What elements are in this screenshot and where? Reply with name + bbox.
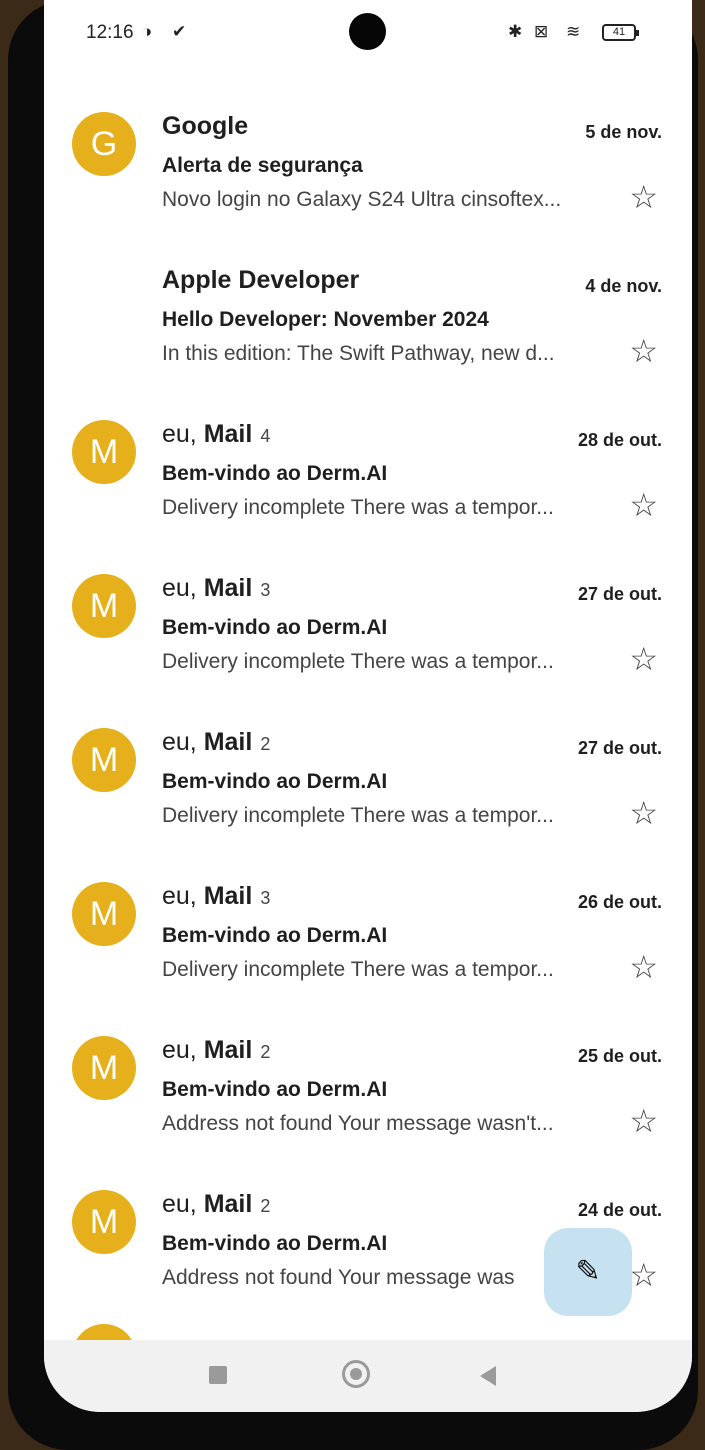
apple-logo-icon[interactable] xyxy=(72,266,136,330)
sender-name: Google xyxy=(162,112,256,141)
email-row[interactable]: M eu, Mail 2 25 de out. Bem-vindo ao Derm… xyxy=(44,1026,692,1180)
sender-name: eu, Mail 3 xyxy=(162,574,270,603)
sender-name: eu, Mail 3 xyxy=(162,882,270,911)
sender-label: Mail xyxy=(203,1190,253,1218)
sender-label: Mail xyxy=(203,882,253,910)
sender-label: Apple Developer xyxy=(162,266,360,294)
partial-email-row[interactable] xyxy=(44,1320,692,1340)
sender-prefix: eu, xyxy=(162,420,204,448)
email-date: 5 de nov. xyxy=(585,122,662,142)
sender-avatar[interactable]: M xyxy=(72,728,136,792)
email-snippet: Delivery incomplete There was a tempor..… xyxy=(162,496,554,519)
back-button[interactable] xyxy=(480,1366,496,1386)
star-icon[interactable]: ☆ xyxy=(629,178,658,216)
front-camera xyxy=(349,13,386,50)
sender-avatar[interactable]: M xyxy=(72,1190,136,1254)
thread-count: 4 xyxy=(260,426,271,446)
email-date: 26 de out. xyxy=(577,892,662,912)
email-snippet: Delivery incomplete There was a tempor..… xyxy=(162,804,554,827)
sender-avatar[interactable]: M xyxy=(72,882,136,946)
star-icon[interactable]: ☆ xyxy=(629,332,658,370)
email-row[interactable]: G Google 5 de nov. Alerta de segurança N… xyxy=(44,102,692,256)
sender-prefix: eu, xyxy=(162,574,204,602)
email-subject: Bem-vindo ao Derm.AI xyxy=(162,1078,388,1101)
email-subject: Alerta de segurança xyxy=(162,154,363,177)
email-snippet: Delivery incomplete There was a tempor..… xyxy=(162,958,554,981)
email-row[interactable]: M eu, Mail 4 28 de out. Bem-vindo ao Derm… xyxy=(44,410,692,564)
email-date: 25 de out. xyxy=(577,1046,662,1066)
email-subject: Bem-vindo ao Derm.AI xyxy=(162,770,388,793)
no-sim-icon: ⊠ xyxy=(534,22,549,41)
wifi-icon: ≋ xyxy=(566,22,581,41)
email-date: 27 de out. xyxy=(577,584,662,604)
sender-prefix: eu, xyxy=(162,1190,204,1218)
email-subject: Bem-vindo ao Derm.AI xyxy=(162,924,388,947)
battery-icon: 41 xyxy=(602,24,639,41)
star-icon[interactable]: ☆ xyxy=(629,794,658,832)
email-row[interactable]: M eu, Mail 3 26 de out. Bem-vindo ao Derm… xyxy=(44,872,692,1026)
email-subject: Bem-vindo ao Derm.AI xyxy=(162,1232,388,1255)
sender-avatar[interactable]: M xyxy=(72,420,136,484)
sender-name: Apple Developer xyxy=(162,266,367,295)
star-icon[interactable]: ☆ xyxy=(629,948,658,986)
sender-prefix: eu, xyxy=(162,882,204,910)
email-row[interactable]: Apple Developer 4 de nov. Hello Develope… xyxy=(44,256,692,410)
email-snippet: Address not found Your message wasn't... xyxy=(162,1112,554,1135)
sender-prefix: eu, xyxy=(162,1036,204,1064)
sender-label: Google xyxy=(162,112,249,140)
email-date: 27 de out. xyxy=(577,738,662,758)
email-date: 4 de nov. xyxy=(585,276,662,296)
status-time: 12:16 xyxy=(86,22,134,43)
star-icon[interactable]: ☆ xyxy=(629,640,658,678)
email-subject: Bem-vindo ao Derm.AI xyxy=(162,616,388,639)
email-snippet: Novo login no Galaxy S24 Ultra cinsoftex… xyxy=(162,188,562,211)
sender-avatar[interactable]: G xyxy=(72,112,136,176)
email-subject: Hello Developer: November 2024 xyxy=(162,308,489,331)
thread-count: 2 xyxy=(260,734,271,754)
sender-label: Mail xyxy=(203,1036,253,1064)
data-saver-icon: ◑ xyxy=(142,22,153,41)
sender-avatar xyxy=(72,1324,136,1340)
thread-count: 2 xyxy=(260,1042,271,1062)
email-row[interactable]: M eu, Mail 2 27 de out. Bem-vindo ao Derm… xyxy=(44,718,692,872)
email-row[interactable]: M eu, Mail 3 27 de out. Bem-vindo ao Derm… xyxy=(44,564,692,718)
navigation-bar xyxy=(44,1340,692,1412)
star-icon[interactable]: ☆ xyxy=(629,1102,658,1140)
sender-name: eu, Mail 2 xyxy=(162,1190,270,1219)
pencil-icon: ✎ xyxy=(575,1255,601,1288)
check-icon: ✔ xyxy=(172,22,187,41)
sender-prefix: eu, xyxy=(162,728,204,756)
thread-count: 2 xyxy=(260,1196,271,1216)
email-subject: Bem-vindo ao Derm.AI xyxy=(162,462,388,485)
sender-avatar[interactable]: M xyxy=(72,1036,136,1100)
sender-avatar[interactable]: M xyxy=(72,574,136,638)
email-date: 28 de out. xyxy=(577,430,662,450)
screen: 12:16 ◑ ✔ ✱ ⊠ ≋ 41 G Google 5 de nov. Al… xyxy=(44,0,692,1412)
thread-count: 3 xyxy=(260,580,271,600)
sender-name: eu, Mail 2 xyxy=(162,1036,270,1065)
phone-frame: 12:16 ◑ ✔ ✱ ⊠ ≋ 41 G Google 5 de nov. Al… xyxy=(8,0,698,1450)
sender-label: Mail xyxy=(203,420,253,448)
star-icon[interactable]: ☆ xyxy=(629,1256,658,1294)
compose-button[interactable]: ✎ xyxy=(544,1228,632,1316)
email-snippet: Address not found Your message was xyxy=(162,1266,515,1289)
sender-label: Mail xyxy=(203,574,253,602)
sender-name: eu, Mail 4 xyxy=(162,420,270,449)
email-snippet: Delivery incomplete There was a tempor..… xyxy=(162,650,554,673)
email-list[interactable]: G Google 5 de nov. Alerta de segurança N… xyxy=(44,102,692,1334)
sender-label: Mail xyxy=(203,728,253,756)
email-date: 24 de out. xyxy=(577,1200,662,1220)
status-bar: 12:16 ◑ ✔ ✱ ⊠ ≋ 41 xyxy=(44,0,692,70)
email-snippet: In this edition: The Swift Pathway, new … xyxy=(162,342,555,365)
bluetooth-icon: ✱ xyxy=(508,22,523,41)
home-button[interactable] xyxy=(342,1360,370,1388)
sender-name: eu, Mail 2 xyxy=(162,728,270,757)
recents-button[interactable] xyxy=(209,1366,227,1384)
thread-count: 3 xyxy=(260,888,271,908)
star-icon[interactable]: ☆ xyxy=(629,486,658,524)
